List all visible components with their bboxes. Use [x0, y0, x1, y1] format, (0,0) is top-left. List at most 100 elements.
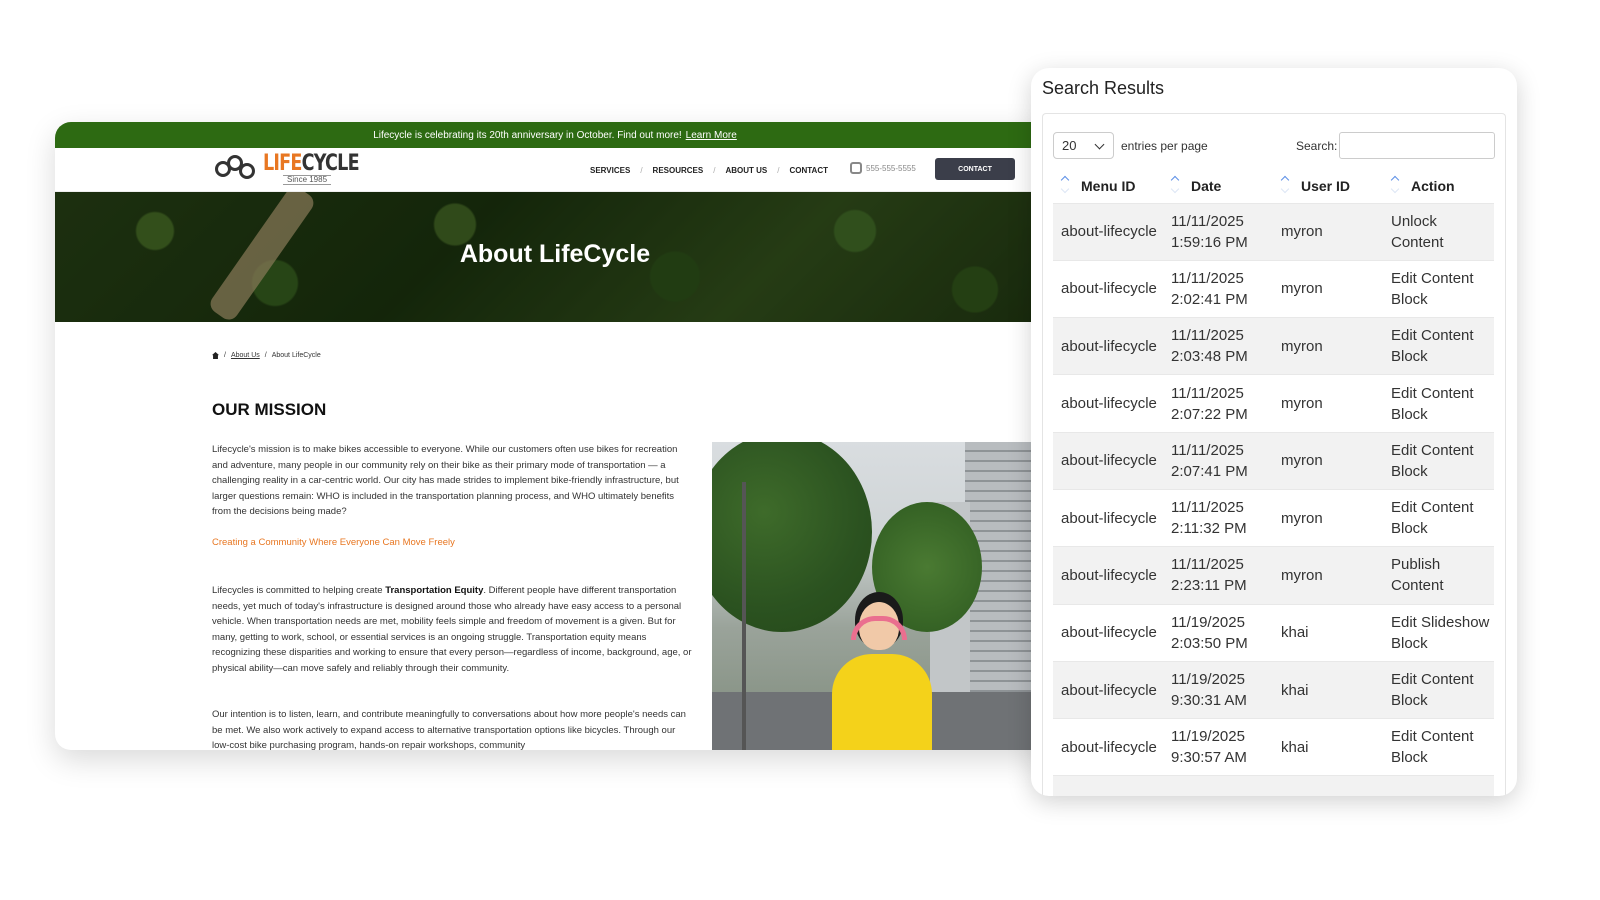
cell-action: Publish Content — [1391, 556, 1444, 595]
table-row[interactable]: 11/19/2025 Edit Content — [1053, 775, 1494, 796]
nav-services[interactable]: SERVICES — [590, 166, 630, 175]
cell-user-id — [1273, 776, 1383, 796]
search-label: Search: — [1296, 139, 1338, 153]
phone-number[interactable]: 555-555-5555 — [850, 162, 916, 174]
hero-banner: About LifeCycle — [55, 192, 1055, 322]
cell-date: 11/11/2025 2:07:41 PM — [1171, 441, 1248, 480]
cell-menu-id: about-lifecycle — [1061, 509, 1157, 527]
sort-icon[interactable] — [1391, 175, 1399, 195]
breadcrumb-separator: / — [264, 352, 267, 359]
table-row[interactable]: about-lifecycle 11/11/2025 2:11:32 PM myron… — [1053, 489, 1494, 547]
column-date[interactable]: Date — [1163, 169, 1273, 203]
nav-separator: / — [777, 165, 780, 175]
results-table-container: 20 entries per page Search: Menu ID Date… — [1042, 113, 1506, 796]
cell-date: 11/11/2025 2:03:48 PM — [1171, 327, 1248, 366]
cell-action: Edit Slideshow Block — [1391, 613, 1490, 652]
table-row[interactable]: about-lifecycle 11/11/2025 2:23:11 PM myron… — [1053, 546, 1494, 605]
column-user-id[interactable]: User ID — [1273, 169, 1383, 203]
cell-user-id: myron — [1281, 395, 1323, 413]
chevron-down-icon — [1094, 139, 1105, 150]
website-preview: Lifecycle is celebrating its 20th annive… — [55, 122, 1055, 750]
cell-action: Edit Content Block — [1391, 269, 1474, 308]
nav-separator: / — [713, 165, 716, 175]
cell-action: Edit Content Block — [1391, 671, 1474, 710]
breadcrumb-separator: / — [224, 352, 226, 359]
cell-action: Edit Content Block — [1391, 327, 1474, 366]
table-row[interactable]: about-lifecycle 11/11/2025 2:07:41 PM myron… — [1053, 432, 1494, 490]
search-input[interactable] — [1339, 132, 1495, 159]
cell-menu-id: about-lifecycle — [1061, 738, 1157, 756]
sort-icon[interactable] — [1061, 175, 1069, 195]
cell-user-id: myron — [1281, 509, 1323, 527]
nav-about-us[interactable]: ABOUT US — [725, 166, 767, 175]
cell-menu-id: about-lifecycle — [1061, 624, 1157, 642]
home-icon[interactable] — [212, 352, 219, 359]
table-controls: 20 entries per page Search: — [1053, 132, 1495, 160]
table-row[interactable]: about-lifecycle 11/19/2025 9:30:57 AM khai E… — [1053, 718, 1494, 776]
column-menu-id[interactable]: Menu ID — [1053, 169, 1163, 203]
cell-menu-id — [1053, 776, 1163, 796]
cell-date: 11/11/2025 1:59:16 PM — [1171, 212, 1248, 251]
breadcrumb-about-us[interactable]: About Us — [231, 352, 260, 359]
contact-button[interactable]: CONTACT — [935, 158, 1015, 180]
cell-action: Edit Content Block — [1391, 384, 1474, 423]
cyclist-photo — [712, 442, 1055, 750]
search-results-panel: Search Results 20 entries per page Searc… — [1031, 68, 1517, 796]
panel-title: Search Results — [1042, 78, 1165, 98]
table-row[interactable]: about-lifecycle 11/19/2025 2:03:50 PM khai E… — [1053, 604, 1494, 662]
cell-menu-id: about-lifecycle — [1061, 395, 1157, 413]
cell-user-id: khai — [1281, 738, 1309, 756]
table-row[interactable]: about-lifecycle 11/11/2025 2:02:41 PM myron… — [1053, 260, 1494, 318]
cell-user-id: myron — [1281, 337, 1323, 355]
cell-user-id: khai — [1281, 624, 1309, 642]
sort-icon[interactable] — [1171, 175, 1179, 195]
site-header: LIFECYCLE Since 1985 SERVICES / RESOURCE… — [55, 148, 1055, 192]
community-link[interactable]: Creating a Community Where Everyone Can … — [212, 537, 455, 548]
table-row[interactable]: about-lifecycle 11/11/2025 2:03:48 PM myron… — [1053, 317, 1494, 375]
cell-date: 11/19/2025 — [1163, 776, 1273, 796]
cell-date: 11/19/2025 9:30:57 AM — [1171, 728, 1247, 767]
cell-menu-id: about-lifecycle — [1061, 280, 1157, 298]
cell-date: 11/11/2025 2:11:32 PM — [1171, 499, 1247, 538]
breadcrumb: / About Us / About LifeCycle — [212, 352, 321, 359]
table-row[interactable]: about-lifecycle 11/11/2025 1:59:16 PM myron… — [1053, 203, 1494, 261]
cell-user-id: myron — [1281, 452, 1323, 470]
phone-icon — [850, 162, 862, 174]
mission-paragraph-3: Our intention is to listen, learn, and c… — [212, 709, 686, 750]
cell-action: Edit Content Block — [1391, 728, 1474, 767]
mission-paragraph-1: Lifecycle's mission is to make bikes acc… — [212, 444, 679, 518]
cell-action: Edit Content — [1383, 776, 1494, 796]
nav-separator: / — [640, 165, 643, 175]
cell-date: 11/11/2025 2:23:11 PM — [1171, 556, 1247, 595]
cell-menu-id: about-lifecycle — [1061, 337, 1157, 355]
table-row[interactable]: about-lifecycle 11/11/2025 2:07:22 PM myron… — [1053, 374, 1494, 433]
results-table: Menu ID Date User ID Action about-lifecy… — [1053, 169, 1494, 796]
cell-menu-id: about-lifecycle — [1061, 223, 1157, 241]
cell-date: 11/11/2025 2:07:22 PM — [1171, 384, 1248, 423]
nav-contact[interactable]: CONTACT — [789, 166, 828, 175]
table-row[interactable]: about-lifecycle 11/19/2025 9:30:31 AM khai E… — [1053, 661, 1494, 719]
logo[interactable]: LIFECYCLE Since 1985 — [215, 153, 383, 185]
sort-icon[interactable] — [1281, 175, 1289, 195]
cell-date: 11/11/2025 2:02:41 PM — [1171, 269, 1248, 308]
cell-user-id: myron — [1281, 223, 1323, 241]
nav-resources[interactable]: RESOURCES — [653, 166, 704, 175]
per-page-value: 20 — [1062, 138, 1077, 153]
logo-since: Since 1985 — [283, 175, 332, 185]
learn-more-link[interactable]: Learn More — [686, 130, 737, 141]
cell-menu-id: about-lifecycle — [1061, 681, 1157, 699]
column-action[interactable]: Action — [1383, 169, 1494, 203]
main-nav: SERVICES / RESOURCES / ABOUT US / CONTAC… — [590, 148, 828, 192]
announcement-text: Lifecycle is celebrating its 20th annive… — [373, 129, 682, 141]
cell-date: 11/19/2025 2:03:50 PM — [1171, 613, 1248, 652]
logo-title: LIFECYCLE — [263, 151, 360, 176]
mission-paragraph-2: Lifecycles is committed to helping creat… — [212, 585, 692, 674]
hero-title: About LifeCycle — [459, 240, 651, 268]
cell-menu-id: about-lifecycle — [1061, 452, 1157, 470]
entries-per-page-select[interactable]: 20 — [1053, 132, 1114, 159]
phone-text: 555-555-5555 — [866, 163, 916, 173]
breadcrumb-current: About LifeCycle — [271, 352, 321, 359]
per-page-label: entries per page — [1121, 139, 1208, 153]
chain-logo-icon — [215, 153, 257, 185]
cell-user-id: myron — [1281, 566, 1323, 584]
